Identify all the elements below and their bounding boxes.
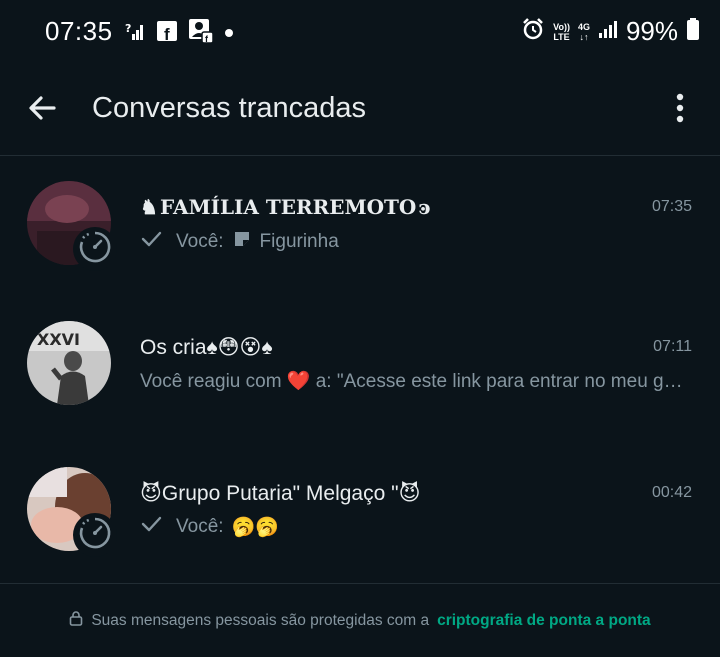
- footer-text: Suas mensagens pessoais são protegidas c…: [91, 611, 430, 629]
- signal-icon: [598, 19, 618, 44]
- battery-percent: 99%: [625, 16, 678, 46]
- chat-name-prefix: ♞: [140, 195, 158, 219]
- chat-name-text: FAMÍLIA TERREMOTO: [159, 195, 417, 219]
- status-time: 07:35: [45, 16, 113, 46]
- preview-text: Figurinha: [259, 231, 339, 252]
- facebook-icon: f: [156, 20, 178, 47]
- status-right-icons: Vo)) LTE 4G ↓↑ 99%: [521, 16, 700, 47]
- volte-label-bottom: LTE: [553, 31, 570, 42]
- timer-icon: [78, 516, 112, 555]
- status-bar: 07:35 ? f f Vo)) LTE 4G ↓↑ 99%: [0, 0, 720, 64]
- avatar-wrap: [27, 467, 117, 557]
- timer-icon: [78, 230, 112, 269]
- preview-text: Você reagiu com ❤️ a: "Acesse este link …: [140, 371, 685, 392]
- svg-text:XXVI: XXVI: [37, 330, 80, 349]
- encryption-link[interactable]: criptografia de ponta a ponta: [437, 612, 651, 630]
- chat-name: ♞ FAMÍLIA TERREMOTO ͽ: [140, 195, 431, 219]
- volte-icon: Vo)) LTE: [553, 22, 570, 42]
- net-label: 4G: [577, 21, 590, 32]
- preview-sender: Você:: [176, 231, 224, 252]
- check-icon: [140, 515, 162, 539]
- battery-icon: [686, 17, 700, 46]
- back-button[interactable]: [22, 90, 62, 130]
- disappearing-timer-badge: [73, 227, 117, 271]
- check-icon: [140, 230, 162, 254]
- avatar: XXVI: [27, 321, 111, 405]
- signal-question-icon: ?: [124, 20, 146, 47]
- chat-row-os-cria[interactable]: XXVI Os cria♠😳😵♠ 07:11 Você reagiu com ❤…: [0, 297, 720, 427]
- profile-facebook-icon: f: [188, 18, 214, 49]
- svg-text:f: f: [164, 25, 170, 42]
- chat-time: 00:42: [651, 484, 692, 501]
- volte-label-top: Vo)): [553, 21, 570, 32]
- lock-icon: [69, 610, 83, 631]
- alarm-icon: [521, 17, 545, 46]
- more-options-button[interactable]: [662, 90, 698, 130]
- page-title: Conversas trancadas: [92, 92, 367, 124]
- preview-sender: Você:: [176, 516, 224, 537]
- chat-preview: Você: 🥱🥱: [140, 515, 279, 539]
- sticker-icon: [232, 229, 252, 255]
- app-bar: Conversas trancadas: [0, 64, 720, 156]
- avatar-wrap: XXVI: [27, 321, 111, 405]
- avatar-wrap: F TER: [27, 181, 117, 271]
- arrow-left-icon: [27, 93, 57, 128]
- chat-preview: Você reagiu com ❤️ a: "Acesse este link …: [140, 369, 685, 393]
- status-left-icons: ? f f: [124, 18, 234, 49]
- chat-row-familia-terremoto[interactable]: F TER ♞FAMÍLIA TERREMOTOͽ 07:35 Você: Fi…: [0, 157, 720, 287]
- disappearing-timer-badge: [73, 513, 117, 557]
- chat-name: Os cria♠😳😵♠: [140, 336, 273, 359]
- 4g-icon: 4G ↓↑: [577, 21, 590, 42]
- chat-time: 07:11: [653, 338, 692, 355]
- chat-row-grupo-melgaco[interactable]: 😈Grupo Putaria" Melgaço "😈 00:42 Você: 🥱…: [0, 443, 720, 573]
- encryption-footer: Suas mensagens pessoais são protegidas c…: [0, 583, 720, 657]
- chat-time: 07:35: [651, 198, 692, 215]
- more-vertical-icon: [676, 93, 684, 128]
- preview-text: 🥱🥱: [231, 517, 279, 538]
- svg-text:?: ?: [125, 22, 131, 35]
- dot-icon: [224, 25, 234, 43]
- chat-name-suffix: ͽ: [418, 195, 431, 219]
- chat-name: 😈Grupo Putaria" Melgaço "😈: [140, 482, 421, 505]
- chat-preview: Você: Figurinha: [140, 229, 339, 255]
